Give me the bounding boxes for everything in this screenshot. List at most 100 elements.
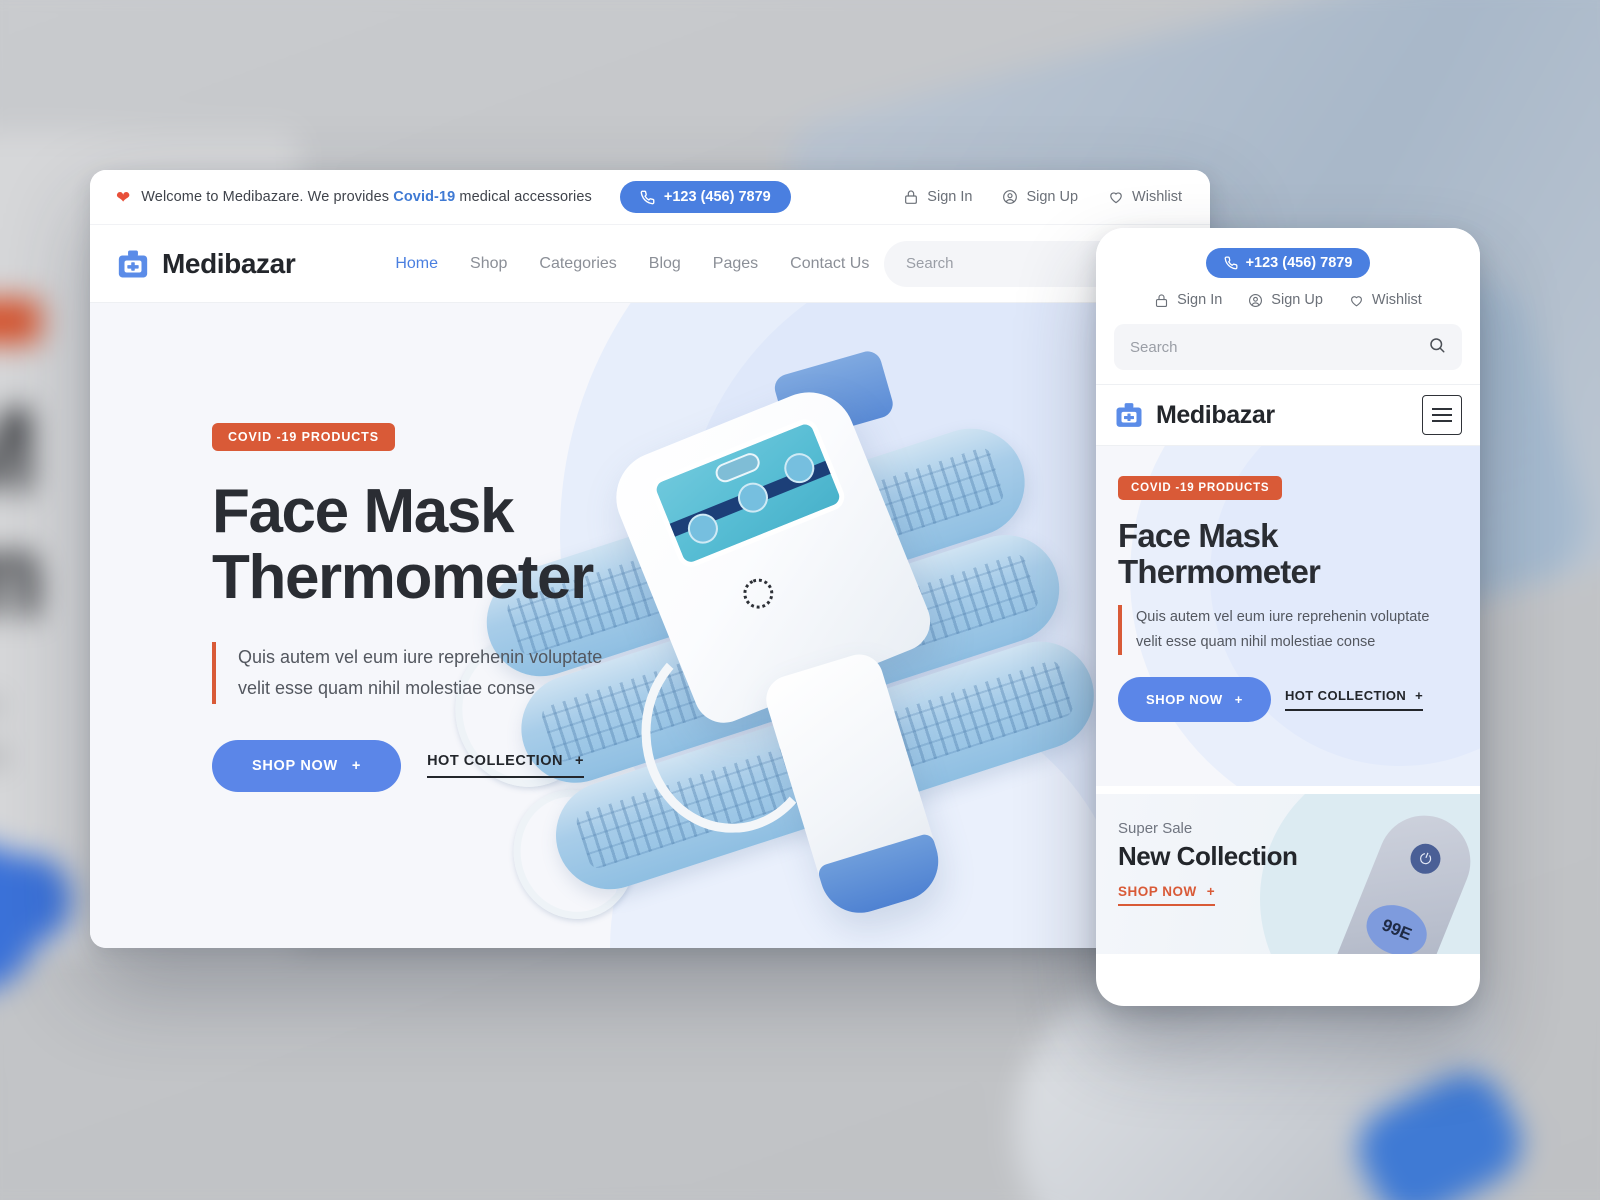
mobile-phone-button[interactable]: +123 (456) 7879 xyxy=(1205,248,1371,278)
desktop-hero: COVID -19 PRODUCTS Face Mask Thermometer… xyxy=(90,303,1210,948)
mobile-sign-in-label: Sign In xyxy=(1177,292,1223,308)
nav-item-contact-us[interactable]: Contact Us xyxy=(790,255,869,273)
lock-icon xyxy=(1156,293,1168,307)
hero-title-line-2: Thermometer xyxy=(212,543,594,613)
plus-icon: + xyxy=(351,757,362,774)
desktop-main-nav: Medibazar Home Shop Categories Blog Page… xyxy=(90,225,1210,303)
welcome-suffix: medical accessories xyxy=(455,189,592,205)
screenshot-stage: M m l eum a nihil ❤ Welcome to Medibazar… xyxy=(0,0,1600,1200)
mobile-brand-logo[interactable]: Medibazar xyxy=(1114,400,1275,430)
power-icon: ⏻ xyxy=(1405,839,1446,879)
phone-number: +123 (456) 7879 xyxy=(663,189,771,205)
mobile-wishlist-link[interactable]: Wishlist xyxy=(1349,292,1422,308)
mobile-shop-now-button[interactable]: SHOP NOW + xyxy=(1118,677,1271,723)
hero-badge: COVID -19 PRODUCTS xyxy=(212,423,395,451)
mobile-sign-up-link[interactable]: Sign Up xyxy=(1248,292,1323,308)
backdrop-title-line2: m xyxy=(0,515,44,635)
welcome-prefix: Welcome to Medibazare. We provides xyxy=(141,189,394,205)
hero-paragraph: Quis autem vel eum iure reprehenin volup… xyxy=(212,641,732,704)
thermometer-reading: 99E xyxy=(1358,896,1435,954)
hero-title-line-1: Face Mask xyxy=(212,477,514,546)
mobile-nav-bar: Medibazar xyxy=(1096,384,1480,446)
sale-shop-now-link[interactable]: SHOP NOW + xyxy=(1118,884,1216,906)
backdrop-badge xyxy=(0,298,41,345)
mobile-search-input[interactable]: Search xyxy=(1114,324,1462,370)
mobile-hot-collection-link[interactable]: HOT COLLECTION + xyxy=(1285,688,1424,712)
welcome-message: Welcome to Medibazare. We provides Covid… xyxy=(141,189,592,205)
mobile-sign-in-link[interactable]: Sign In xyxy=(1154,292,1222,308)
brand-name: Medibazar xyxy=(162,247,296,279)
mobile-brand-name: Medibazar xyxy=(1156,400,1275,429)
nav-links: Home Shop Categories Blog Pages Contact … xyxy=(395,255,869,273)
hero-paragraph-line-2: velit esse quam nihil molestiae conse xyxy=(238,677,536,698)
backdrop-title-line1: M xyxy=(0,390,37,510)
desktop-top-bar: ❤ Welcome to Medibazare. We provides Cov… xyxy=(90,170,1210,225)
wishlist-link[interactable]: Wishlist xyxy=(1108,189,1182,205)
mobile-search-placeholder: Search xyxy=(1130,338,1178,356)
phone-button[interactable]: +123 (456) 7879 xyxy=(619,181,791,213)
mobile-account-links: Sign In Sign Up Wishlist xyxy=(1118,292,1458,308)
user-circle-icon xyxy=(1249,293,1263,307)
phone-icon xyxy=(1224,256,1238,270)
mobile-shop-now-label: SHOP NOW xyxy=(1146,692,1223,708)
lock-icon xyxy=(905,190,918,204)
mobile-hero-cta-group: SHOP NOW + HOT COLLECTION + xyxy=(1118,677,1458,723)
hot-collection-link[interactable]: HOT COLLECTION + xyxy=(427,753,584,779)
mobile-wishlist-label: Wishlist xyxy=(1371,292,1422,308)
welcome-highlight: Covid-19 xyxy=(393,189,456,205)
hamburger-menu-icon[interactable] xyxy=(1422,395,1462,435)
backdrop-paragraph-line2: a nihil xyxy=(0,735,5,781)
nav-item-home[interactable]: Home xyxy=(395,255,438,273)
mobile-sale-banner: ⏻ 99E Super Sale New Collection SHOP NOW… xyxy=(1096,794,1480,954)
user-circle-icon xyxy=(1003,190,1018,204)
mobile-hero-paragraph-line-2: velit esse quam nihil molestiae conse xyxy=(1136,634,1376,651)
hamburger-line xyxy=(1432,414,1452,416)
heart-outline-icon xyxy=(1110,192,1122,204)
mobile-hero-paragraph-line-1: Quis autem vel eum iure reprehenin volup… xyxy=(1136,609,1430,626)
mobile-hero-title-line-1: Face Mask xyxy=(1118,517,1279,554)
mobile-hero-text-block: COVID -19 PRODUCTS Face Mask Thermometer… xyxy=(1096,446,1480,723)
nav-item-pages[interactable]: Pages xyxy=(713,255,758,273)
desktop-window: ❤ Welcome to Medibazare. We provides Cov… xyxy=(90,170,1210,948)
sign-up-label: Sign Up xyxy=(1026,189,1079,205)
plus-icon: + xyxy=(574,753,584,770)
shop-now-button[interactable]: SHOP NOW + xyxy=(212,739,402,792)
sign-in-link[interactable]: Sign In xyxy=(903,189,972,205)
hero-cta-group: SHOP NOW + HOT COLLECTION + xyxy=(212,739,732,792)
phone-icon xyxy=(640,190,655,204)
thermometer-handle-tip xyxy=(816,832,949,923)
plus-icon: + xyxy=(1206,884,1216,899)
mobile-hero-badge: COVID -19 PRODUCTS xyxy=(1118,476,1283,500)
sign-in-label: Sign In xyxy=(927,189,973,205)
mobile-sign-up-label: Sign Up xyxy=(1271,292,1323,308)
mobile-hero: COVID -19 PRODUCTS Face Mask Thermometer… xyxy=(1096,446,1480,786)
mobile-phone-number: +123 (456) 7879 xyxy=(1245,255,1353,271)
nav-item-blog[interactable]: Blog xyxy=(649,255,681,273)
nav-item-shop[interactable]: Shop xyxy=(470,255,507,273)
search-placeholder: Search xyxy=(906,255,954,272)
hot-collection-label: HOT COLLECTION xyxy=(427,753,563,770)
hero-text-block: COVID -19 PRODUCTS Face Mask Thermometer… xyxy=(212,423,732,792)
plus-icon: + xyxy=(1234,692,1243,708)
wishlist-label: Wishlist xyxy=(1132,189,1182,205)
shop-now-label: SHOP NOW xyxy=(252,757,338,774)
topbar-links: Sign In Sign Up Wishlist xyxy=(903,189,1182,205)
hero-title: Face Mask Thermometer xyxy=(212,477,732,613)
nav-item-categories[interactable]: Categories xyxy=(539,255,616,273)
mobile-top-section: +123 (456) 7879 Sign In Sign Up Wishlist xyxy=(1096,228,1480,308)
medical-bag-icon xyxy=(118,250,148,277)
mobile-mockup: +123 (456) 7879 Sign In Sign Up Wishlist… xyxy=(1096,228,1480,1006)
mobile-hero-title: Face Mask Thermometer xyxy=(1118,518,1458,589)
mobile-hero-title-line-2: Thermometer xyxy=(1118,552,1321,590)
mobile-hot-collection-label: HOT COLLECTION xyxy=(1285,688,1407,704)
plus-icon: + xyxy=(1415,688,1424,704)
search-icon[interactable] xyxy=(1428,336,1446,358)
hamburger-line xyxy=(1432,420,1452,422)
hero-paragraph-line-1: Quis autem vel eum iure reprehenin volup… xyxy=(238,646,603,667)
hamburger-line xyxy=(1432,408,1452,410)
heart-icon: ❤ xyxy=(116,187,131,207)
brand-logo[interactable]: Medibazar xyxy=(116,247,296,281)
medical-bag-icon xyxy=(1116,403,1142,427)
sign-up-link[interactable]: Sign Up xyxy=(1002,189,1078,205)
heart-outline-icon xyxy=(1350,295,1362,306)
